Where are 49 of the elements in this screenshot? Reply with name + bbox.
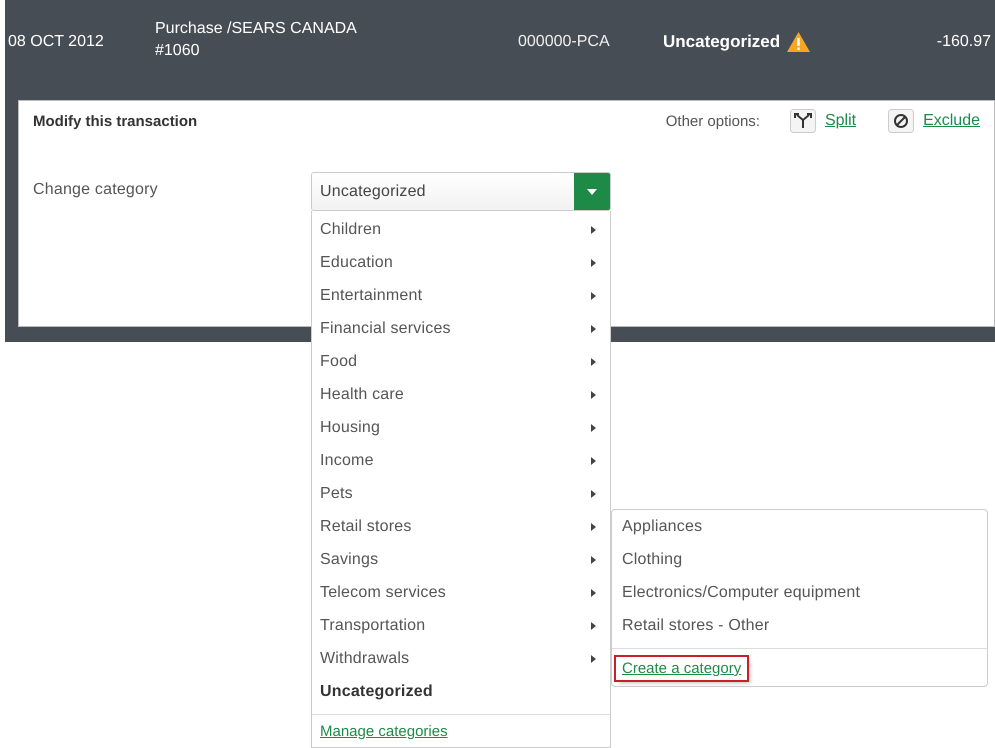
transaction-amount: -160.97 [936, 33, 991, 51]
menu-item[interactable]: Housing [312, 411, 610, 444]
caret-icon [591, 588, 596, 596]
manage-categories-link[interactable]: Manage categories [320, 723, 448, 740]
menu-item[interactable]: Appliances [612, 510, 987, 543]
menu-item[interactable]: Health care [312, 378, 610, 411]
panel-title: Modify this transaction [33, 112, 198, 130]
menu-item[interactable]: Telecom services [312, 576, 610, 609]
caret-icon [587, 188, 597, 194]
menu-item[interactable]: Children [312, 213, 610, 246]
menu-item[interactable]: Income [312, 444, 610, 477]
menu-item[interactable]: Savings [312, 543, 610, 576]
menu-item[interactable]: Education [312, 246, 610, 279]
caret-icon [591, 654, 596, 662]
create-category-link[interactable]: Create a category [616, 657, 748, 680]
caret-icon [591, 390, 596, 398]
field-label: Change category [33, 180, 159, 199]
split-link[interactable]: Split [824, 112, 856, 130]
menu-item[interactable]: Electronics/Computer equipment [612, 576, 987, 609]
menu-item[interactable]: Uncategorized [312, 675, 610, 708]
menu-item[interactable]: Transportation [312, 609, 610, 642]
caret-icon [591, 424, 596, 432]
caret-icon [591, 456, 596, 464]
account-code: 000000-PCA [518, 33, 611, 51]
split-icon [790, 109, 816, 133]
menu-item[interactable]: Retail stores [312, 510, 610, 543]
exclude-link[interactable]: Exclude [923, 112, 980, 130]
caret-icon [591, 622, 596, 630]
menu-item[interactable]: Withdrawals [312, 642, 610, 675]
transaction-date: 08 OCT 2012 [7, 33, 105, 51]
transaction-description: Purchase /SEARS CANADA #1060 [155, 19, 358, 61]
caret-icon [591, 522, 596, 530]
options-label: Other options: [666, 112, 760, 130]
menu-item[interactable]: Financial services [312, 312, 610, 345]
menu-item[interactable]: Food [312, 345, 610, 378]
category-label: Uncategorized [663, 32, 780, 52]
caret-icon [591, 226, 596, 234]
caret-icon [591, 490, 596, 498]
menu-item[interactable]: Pets [312, 477, 610, 510]
menu-item[interactable]: Entertainment [312, 279, 610, 312]
category-dropdown[interactable]: Uncategorized [311, 172, 611, 211]
caret-icon [591, 258, 596, 266]
caret-icon [591, 358, 596, 366]
exclude-icon [888, 109, 914, 133]
caret-icon [591, 324, 596, 332]
menu-item[interactable]: Clothing [612, 543, 987, 576]
menu-item[interactable]: Retail stores - Other [612, 609, 987, 642]
caret-icon [591, 556, 596, 564]
caret-icon [591, 292, 596, 300]
